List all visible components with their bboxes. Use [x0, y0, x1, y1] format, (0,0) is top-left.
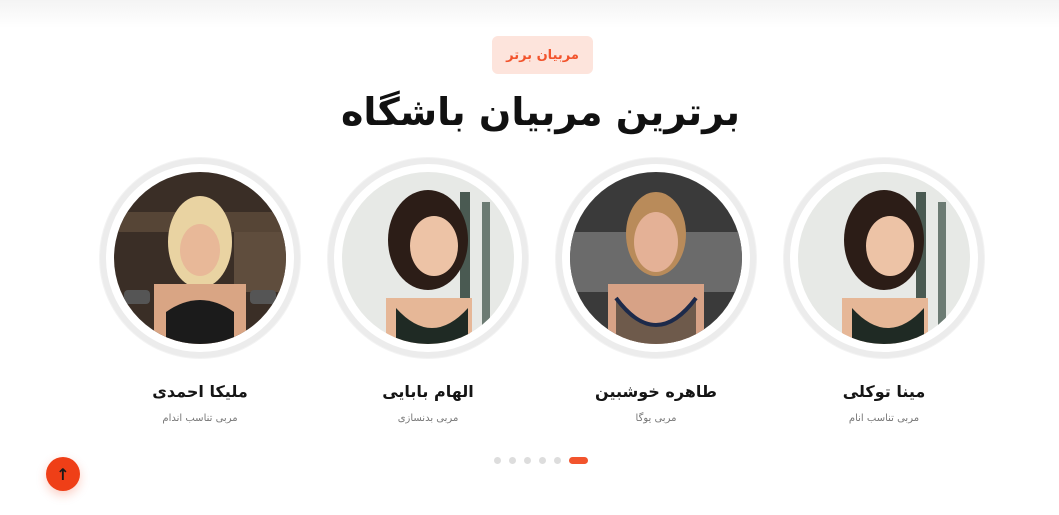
- carousel-dot[interactable]: [494, 456, 501, 464]
- trainer-photo-ring: [328, 158, 528, 358]
- trainer-name: الهام بابایی: [382, 382, 474, 401]
- trainer-photo-ring: [784, 158, 984, 358]
- trainer-name: مینا توکلی: [842, 382, 926, 401]
- trainer-photo-ring: [556, 158, 756, 358]
- trainer-role: مربی تناسب اندام: [162, 413, 238, 424]
- trainer-role: مربی تناسب انام: [848, 413, 920, 424]
- trainer-name: ملیکا احمدی: [152, 382, 248, 401]
- section-badge: مربیان برتر: [492, 36, 593, 74]
- scroll-to-top-button[interactable]: ↑: [46, 457, 80, 491]
- carousel-dot[interactable]: [524, 456, 531, 464]
- section-title: برترین مربیان باشگاه: [340, 90, 741, 134]
- trainer-photo: [798, 172, 970, 344]
- trainer-role: مربی بدنسازی: [397, 413, 459, 424]
- carousel-dot[interactable]: [554, 456, 561, 464]
- trainer-role: مربی یوگا: [635, 413, 677, 424]
- trainer-photo: [342, 172, 514, 344]
- top-shadow-band: [0, 0, 1059, 28]
- trainer-photo: [114, 172, 286, 344]
- trainer-photo: [570, 172, 742, 344]
- arrow-up-icon: ↑: [56, 464, 70, 484]
- trainer-photo-ring: [100, 158, 300, 358]
- trainer-name: طاهره خوشبین: [595, 382, 717, 401]
- carousel-dot[interactable]: [509, 456, 516, 464]
- carousel-dot-active[interactable]: [569, 456, 588, 464]
- carousel-dot[interactable]: [539, 456, 546, 464]
- carousel-pagination: [494, 456, 588, 464]
